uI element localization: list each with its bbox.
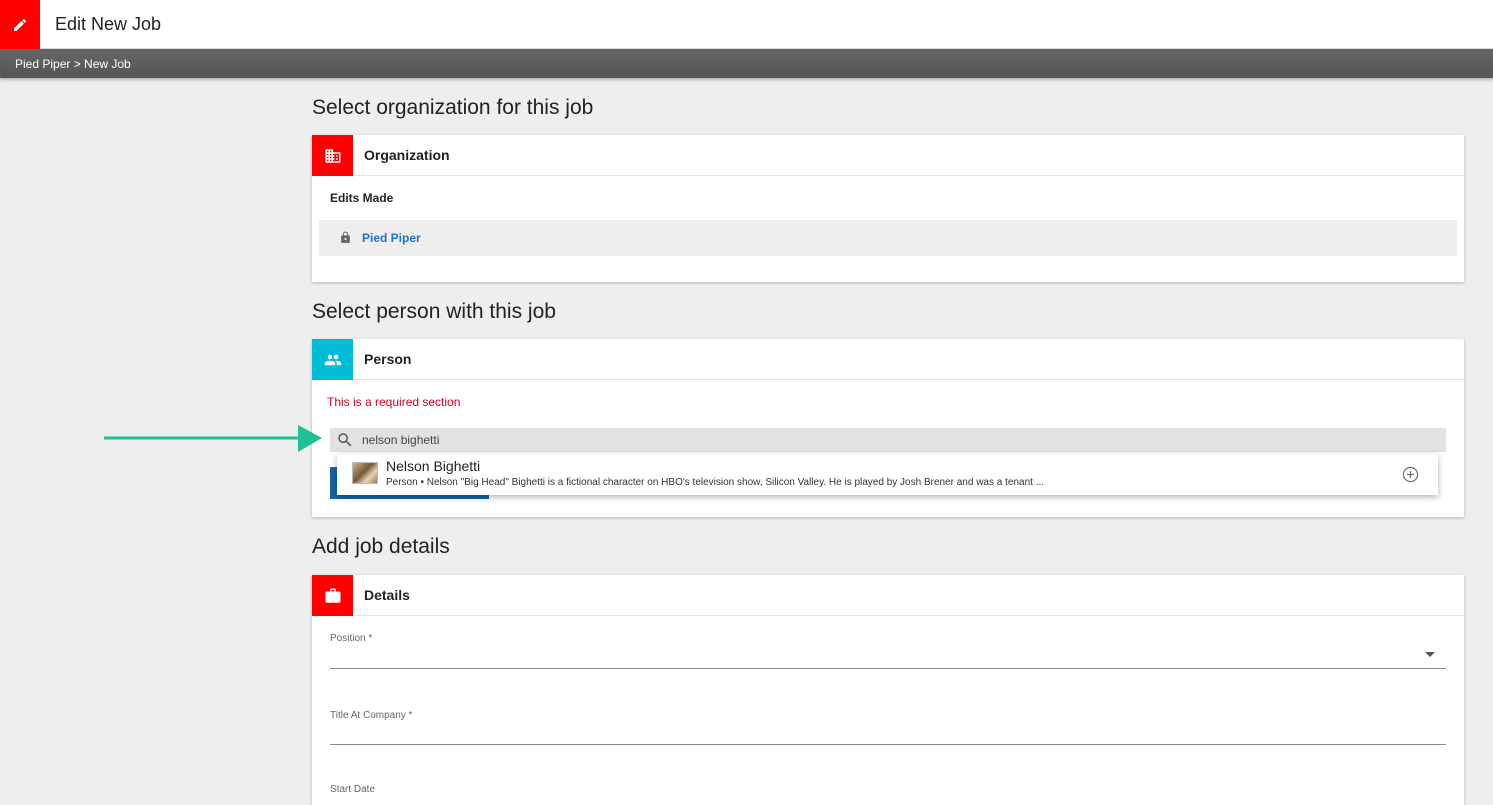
organization-card-title: Organization (364, 147, 450, 163)
start-date-label: Start Date (330, 784, 376, 795)
result-description: Person • Nelson "Big Head" Bighetti is a… (386, 477, 1045, 488)
person-card-header: Person (312, 339, 1464, 380)
person-search-result[interactable]: Nelson Bighetti Person • Nelson "Big Hea… (337, 454, 1438, 495)
person-tile (312, 339, 353, 380)
title-at-company-input[interactable] (330, 744, 1446, 745)
details-section-heading: Add job details (312, 535, 450, 558)
selected-organization-row[interactable]: Pied Piper (319, 220, 1457, 256)
person-section-heading: Select person with this job (312, 300, 556, 323)
briefcase-icon (325, 588, 340, 603)
position-select[interactable] (330, 668, 1446, 669)
person-card-title: Person (364, 351, 412, 367)
organization-card-header: Organization (312, 135, 1464, 176)
required-section-message: This is a required section (327, 395, 461, 409)
building-icon (325, 148, 340, 163)
chevron-down-icon[interactable] (1425, 652, 1435, 657)
lock-icon (341, 231, 350, 243)
title-at-company-label: Title At Company * (330, 710, 413, 721)
add-circle-icon[interactable] (1402, 466, 1419, 483)
result-name: Nelson Bighetti (386, 458, 481, 474)
position-label: Position * (330, 633, 373, 644)
organization-tile (312, 135, 353, 176)
person-search-input[interactable] (360, 428, 1430, 452)
avatar (352, 462, 378, 484)
details-tile (312, 575, 353, 616)
person-search-box[interactable] (330, 428, 1446, 452)
arrow-annotation-icon (104, 425, 322, 452)
edit-button[interactable] (0, 0, 40, 49)
breadcrumb[interactable]: Pied Piper > New Job (15, 57, 131, 71)
breadcrumb-bar: Pied Piper > New Job (0, 49, 1493, 78)
app-header: Edit New Job (0, 0, 1493, 49)
details-card-header: Details (312, 575, 1464, 616)
details-card: Details Position * Title At Company * St… (312, 575, 1464, 805)
organization-section-heading: Select organization for this job (312, 96, 594, 119)
pencil-icon (14, 18, 27, 31)
organization-card: Organization Edits Made Pied Piper (312, 135, 1464, 282)
edits-made-label: Edits Made (330, 191, 394, 205)
page-title: Edit New Job (55, 14, 162, 34)
people-icon (324, 354, 341, 365)
selected-organization-link[interactable]: Pied Piper (362, 231, 421, 245)
details-card-title: Details (364, 587, 410, 603)
search-icon (338, 433, 352, 447)
